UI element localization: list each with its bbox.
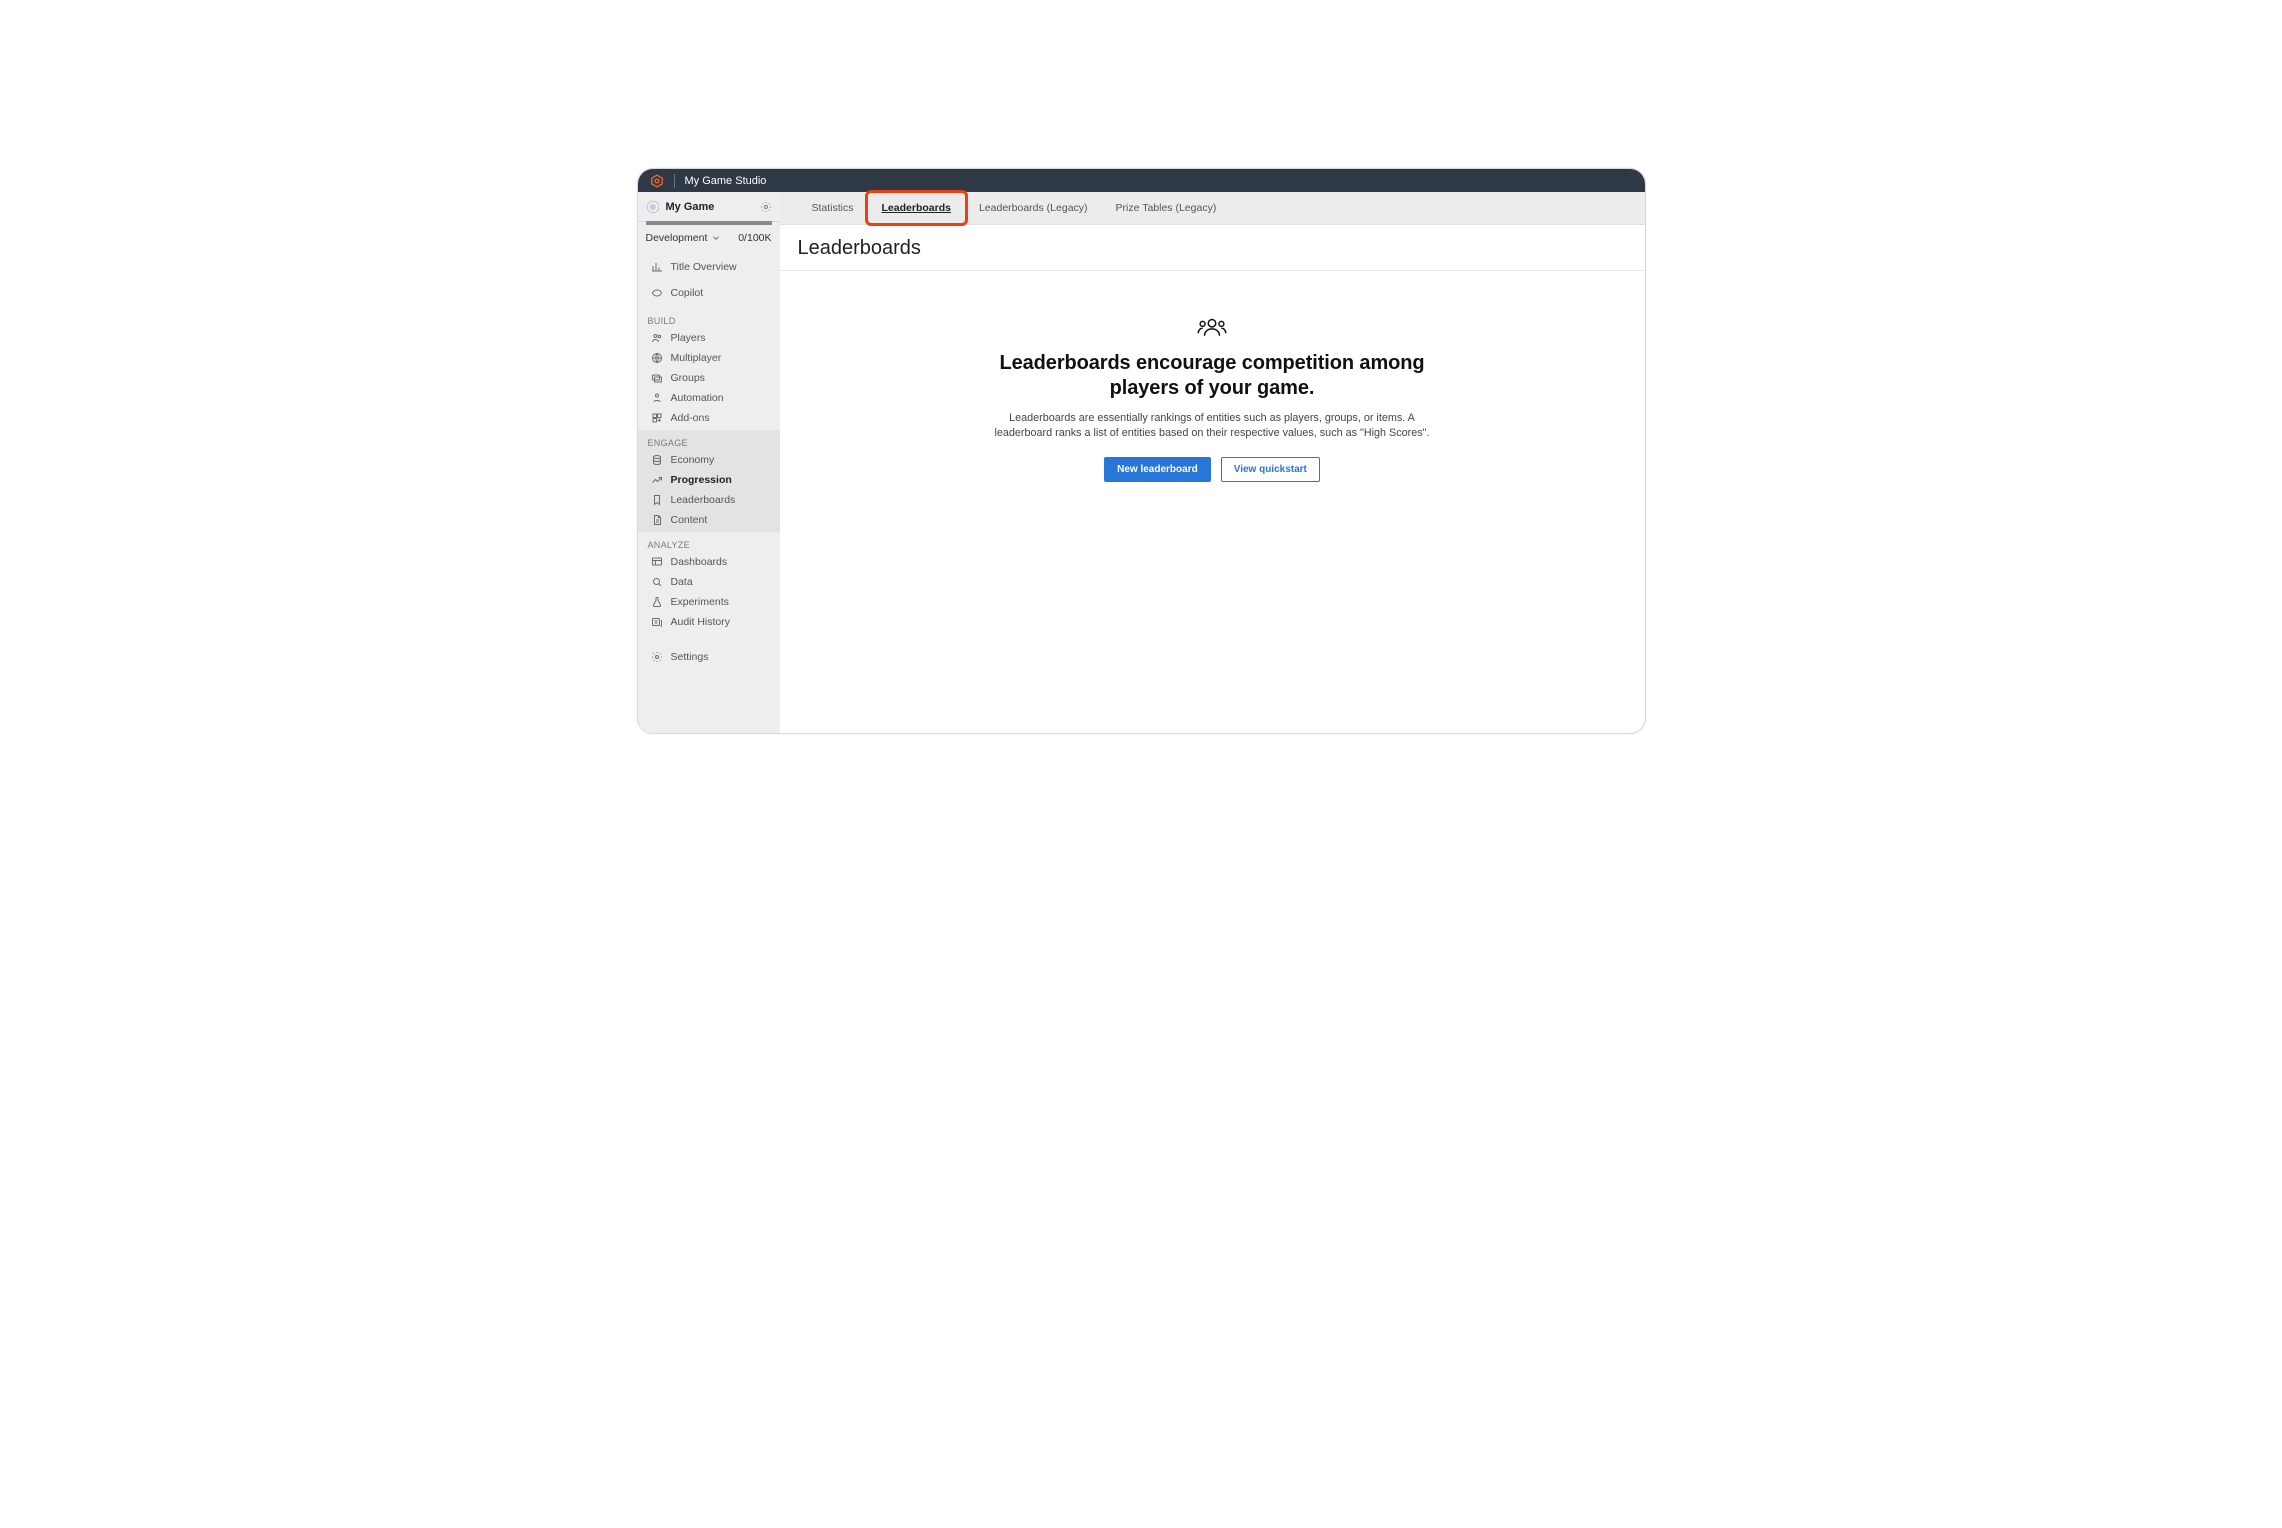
sidebar-item-label: Data <box>671 576 693 588</box>
section-label-build: BUILD <box>638 312 780 328</box>
progression-icon <box>651 474 663 486</box>
search-icon <box>651 576 663 588</box>
game-name: My Game <box>666 201 715 213</box>
gear-icon <box>651 651 663 663</box>
sidebar-item-copilot[interactable]: Copilot <box>638 280 780 306</box>
sidebar: My Game Development 0/100K <box>638 192 780 733</box>
sidebar-item-label: Dashboards <box>671 556 728 568</box>
sidebar-item-label: Groups <box>671 372 705 384</box>
audit-icon <box>651 616 663 628</box>
sidebar-item-label: Add-ons <box>671 412 710 424</box>
game-header-underline <box>646 222 772 226</box>
game-settings-icon[interactable] <box>760 201 772 213</box>
sidebar-item-label: Leaderboards <box>671 494 736 506</box>
empty-state: Leaderboards encourage competition among… <box>780 271 1645 733</box>
sidebar-item-experiments[interactable]: Experiments <box>638 592 780 612</box>
sidebar-item-groups[interactable]: Groups <box>638 368 780 388</box>
tabstrip: Statistics Leaderboards Leaderboards (Le… <box>780 192 1645 225</box>
chevron-down-icon <box>711 233 721 243</box>
sidebar-item-multiplayer[interactable]: Multiplayer <box>638 348 780 368</box>
globe-icon <box>651 352 663 364</box>
page-title: Leaderboards <box>798 237 1627 260</box>
environment-name: Development <box>646 232 708 244</box>
sidebar-item-label: Multiplayer <box>671 352 722 364</box>
game-logo-icon <box>646 200 660 214</box>
game-selector[interactable]: My Game <box>638 192 780 222</box>
dashboards-icon <box>651 556 663 568</box>
body: My Game Development 0/100K <box>638 192 1645 733</box>
topbar: My Game Studio <box>638 169 1645 192</box>
sidebar-item-label: Experiments <box>671 596 729 608</box>
sidebar-item-label: Settings <box>671 651 709 663</box>
sidebar-item-label: Automation <box>671 392 724 404</box>
overview-icon <box>651 261 663 273</box>
sidebar-item-audit[interactable]: Audit History <box>638 612 780 632</box>
sidebar-item-label: Players <box>671 332 706 344</box>
topbar-divider <box>674 174 675 188</box>
sidebar-item-addons[interactable]: Add-ons <box>638 408 780 428</box>
tab-leaderboards-legacy[interactable]: Leaderboards (Legacy) <box>965 193 1102 223</box>
tab-prize-tables-legacy[interactable]: Prize Tables (Legacy) <box>1102 193 1231 223</box>
new-leaderboard-button[interactable]: New leaderboard <box>1104 457 1211 482</box>
addons-icon <box>651 412 663 424</box>
tab-leaderboards[interactable]: Leaderboards <box>868 193 965 223</box>
sidebar-item-data[interactable]: Data <box>638 572 780 592</box>
studio-name[interactable]: My Game Studio <box>685 175 767 187</box>
app-window: My Game Studio My Game <box>637 168 1646 734</box>
players-icon <box>651 332 663 344</box>
sidebar-section-overview: Title Overview Copilot <box>638 250 780 308</box>
economy-icon <box>651 454 663 466</box>
automation-icon <box>651 392 663 404</box>
sidebar-item-settings[interactable]: Settings <box>638 644 780 670</box>
flask-icon <box>651 596 663 608</box>
empty-headline: Leaderboards encourage competition among… <box>972 351 1452 401</box>
sidebar-item-title-overview[interactable]: Title Overview <box>638 254 780 280</box>
sidebar-section-settings: Settings <box>638 640 780 672</box>
sidebar-section-analyze: ANALYZE Dashboards Data <box>638 532 780 634</box>
sidebar-item-label: Copilot <box>671 287 704 299</box>
view-quickstart-button[interactable]: View quickstart <box>1221 457 1320 482</box>
sidebar-item-label: Progression <box>671 474 732 486</box>
content-icon <box>651 514 663 526</box>
copilot-icon <box>651 287 663 299</box>
sidebar-section-build: BUILD Players Multiplayer <box>638 308 780 430</box>
sidebar-item-label: Economy <box>671 454 715 466</box>
section-label-analyze: ANALYZE <box>638 536 780 552</box>
empty-actions: New leaderboard View quickstart <box>1104 457 1320 482</box>
sidebar-item-dashboards[interactable]: Dashboards <box>638 552 780 572</box>
sidebar-item-label: Content <box>671 514 708 526</box>
page-title-row: Leaderboards <box>780 225 1645 271</box>
section-label-engage: ENGAGE <box>638 434 780 450</box>
main: Statistics Leaderboards Leaderboards (Le… <box>780 192 1645 733</box>
sidebar-item-leaderboards-sidebar[interactable]: Leaderboards <box>638 490 780 510</box>
bookmark-icon <box>651 494 663 506</box>
empty-description: Leaderboards are essentially rankings of… <box>982 411 1442 441</box>
sidebar-item-progression[interactable]: Progression <box>638 470 780 490</box>
usage-count: 0/100K <box>738 232 771 244</box>
sidebar-item-label: Audit History <box>671 616 731 628</box>
groups-icon <box>651 372 663 384</box>
people-icon <box>1197 317 1227 337</box>
sidebar-item-economy[interactable]: Economy <box>638 450 780 470</box>
sidebar-item-content[interactable]: Content <box>638 510 780 530</box>
sidebar-item-players[interactable]: Players <box>638 328 780 348</box>
sidebar-item-label: Title Overview <box>671 261 737 273</box>
product-logo-icon <box>650 174 664 188</box>
sidebar-section-engage: ENGAGE Economy Progression <box>638 430 780 532</box>
sidebar-item-automation[interactable]: Automation <box>638 388 780 408</box>
environment-selector[interactable]: Development 0/100K <box>638 226 780 250</box>
tab-statistics[interactable]: Statistics <box>798 193 868 223</box>
